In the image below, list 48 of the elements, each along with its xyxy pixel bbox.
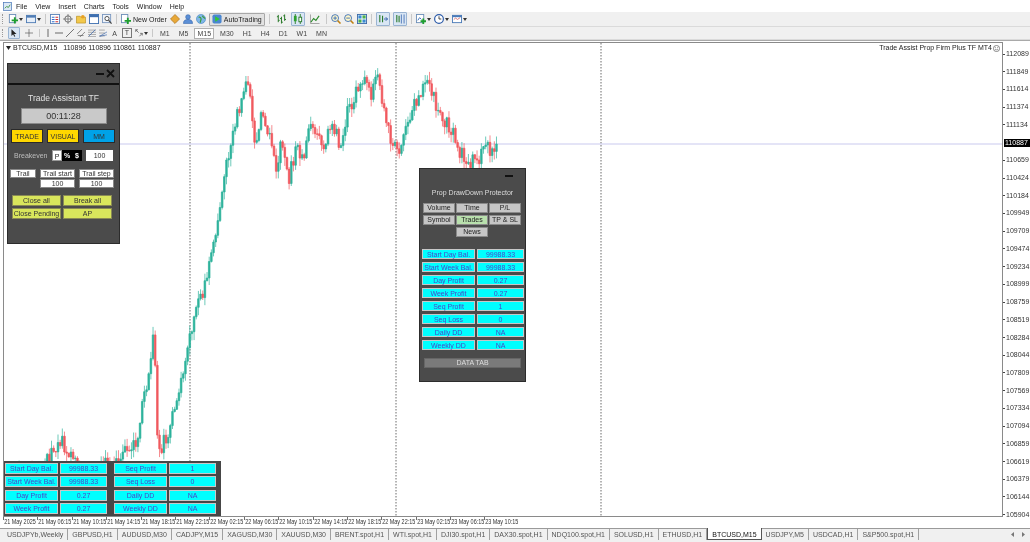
caret-icon[interactable]	[37, 17, 41, 21]
clock-icon[interactable]	[433, 14, 444, 24]
left-arrow-icon[interactable]	[1011, 532, 1014, 537]
minimize-icon[interactable]	[505, 174, 513, 177]
caret-icon[interactable]	[144, 31, 148, 35]
target-icon[interactable]	[63, 14, 73, 24]
candlestick-icon	[292, 14, 303, 24]
bar-chart-icon	[275, 14, 286, 24]
window-icon[interactable]	[89, 14, 99, 24]
trendline-icon[interactable]	[66, 29, 74, 37]
vertical-line-icon[interactable]	[44, 29, 52, 37]
channel-icon[interactable]	[77, 29, 85, 37]
chart-shift-button[interactable]	[392, 12, 407, 26]
diamond-icon[interactable]	[169, 14, 180, 24]
auto-scroll-button[interactable]	[375, 12, 390, 26]
globe-icon[interactable]	[195, 14, 206, 24]
minimize-icon[interactable]	[96, 72, 104, 75]
caret-icon[interactable]	[462, 17, 467, 21]
horizontal-line-icon[interactable]	[55, 29, 63, 37]
fibonacci-icon[interactable]	[88, 29, 96, 37]
document-plus-icon	[121, 14, 131, 24]
timer-display: 00:11:28	[20, 108, 107, 124]
close-icon[interactable]	[106, 69, 115, 78]
user-icon[interactable]	[182, 14, 193, 24]
app-icon[interactable]	[3, 1, 12, 11]
zoom-out-icon[interactable]	[343, 14, 354, 24]
cursor-tool-button[interactable]	[8, 27, 20, 39]
window-magnifier-icon[interactable]	[102, 14, 112, 24]
caret-icon[interactable]	[444, 17, 449, 21]
chart-type-button[interactable]	[290, 12, 305, 26]
caret-icon[interactable]	[426, 17, 431, 21]
crosshair-icon	[25, 29, 33, 37]
line-chart-icon	[309, 14, 320, 24]
panel-title: Trade Assistant TF	[28, 93, 99, 103]
cursor-icon	[10, 29, 18, 37]
caret-icon[interactable]	[6, 46, 11, 50]
chart-type-button[interactable]	[307, 12, 322, 26]
quotes-window-icon[interactable]	[50, 14, 60, 24]
right-arrow-icon[interactable]	[1022, 532, 1025, 537]
zoom-in-icon[interactable]	[330, 14, 341, 24]
bars-arrow-icon	[377, 14, 388, 24]
template-icon[interactable]	[451, 14, 462, 24]
tile-windows-icon[interactable]	[356, 14, 367, 24]
play-icon	[211, 14, 222, 24]
bars-shift-icon	[394, 14, 405, 24]
fibonacci-fan-icon[interactable]	[99, 29, 107, 37]
caret-icon[interactable]	[19, 17, 23, 21]
window-icon[interactable]	[26, 14, 36, 24]
